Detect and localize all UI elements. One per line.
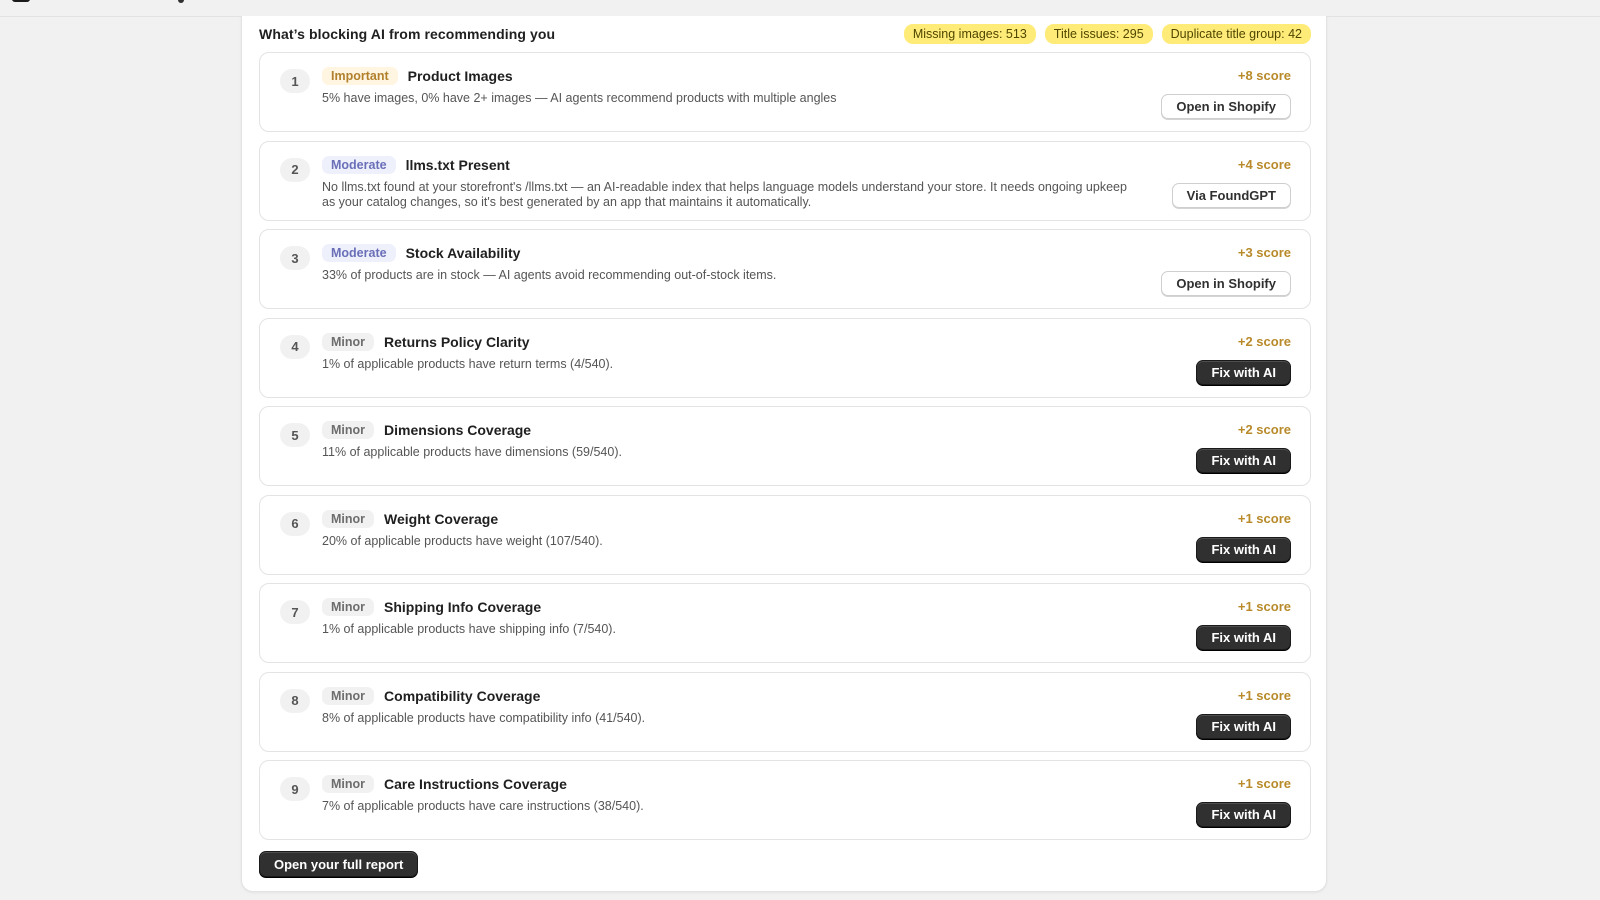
item-title-row: Minor Shipping Info Coverage bbox=[322, 598, 541, 616]
open-full-report-button[interactable]: Open your full report bbox=[259, 851, 419, 877]
duplicate-title-chip: Duplicate title group: 42 bbox=[1161, 24, 1311, 44]
blocker-item: 8 Minor Compatibility Coverage 8% of applic… bbox=[259, 671, 1311, 752]
item-description: 20% of applicable products have weight (… bbox=[322, 533, 603, 548]
severity-badge: Moderate bbox=[322, 155, 396, 174]
score-gain: +3 score bbox=[1237, 245, 1291, 260]
fix-with-ai-button[interactable]: Fix with AI bbox=[1196, 536, 1291, 562]
blocker-list: 1 Important Product Images 5% have images, … bbox=[259, 52, 1311, 849]
severity-badge: Minor bbox=[322, 332, 375, 351]
item-title-row: Important Product Images bbox=[322, 67, 513, 85]
item-number: 6 bbox=[280, 511, 310, 536]
item-title: Care Instructions Coverage bbox=[384, 776, 567, 792]
item-title-row: Moderate llms.txt Present bbox=[322, 155, 510, 174]
app-logo-icon bbox=[12, 0, 30, 2]
item-number: 2 bbox=[280, 157, 310, 182]
item-title-row: Moderate Stock Availability bbox=[322, 244, 520, 262]
item-title: Compatibility Coverage bbox=[384, 687, 541, 704]
fix-with-ai-button[interactable]: Fix with AI bbox=[1196, 359, 1291, 385]
item-title-row: Minor Care Instructions Coverage bbox=[322, 775, 567, 793]
title-issues-chip: Title issues: 295 bbox=[1044, 24, 1153, 44]
item-description: 1% of applicable products have return te… bbox=[322, 356, 614, 371]
item-number: 7 bbox=[280, 600, 310, 624]
fix-with-ai-button[interactable]: Fix with AI bbox=[1196, 448, 1291, 473]
item-title: Returns Policy Clarity bbox=[384, 333, 530, 350]
severity-badge: Minor bbox=[322, 509, 375, 528]
severity-badge: Minor bbox=[322, 775, 375, 793]
item-title-row: Minor Weight Coverage bbox=[322, 509, 499, 528]
severity-badge: Minor bbox=[322, 598, 375, 616]
issue-chips: Missing images: 513 Title issues: 295 Du… bbox=[903, 24, 1311, 44]
severity-badge: Important bbox=[322, 67, 398, 85]
score-gain: +8 score bbox=[1237, 68, 1291, 83]
blocker-item: 1 Important Product Images 5% have images, … bbox=[259, 52, 1311, 132]
item-description: 5% have images, 0% have 2+ images — AI a… bbox=[322, 91, 837, 105]
item-title: llms.txt Present bbox=[405, 156, 510, 173]
score-gain: +1 score bbox=[1237, 510, 1291, 526]
blocker-item: 6 Minor Weight Coverage 20% of applicable p… bbox=[259, 494, 1311, 575]
item-title: Stock Availability bbox=[405, 245, 521, 261]
item-number: 3 bbox=[280, 246, 310, 270]
score-gain: +1 score bbox=[1237, 776, 1291, 791]
score-gain: +2 score bbox=[1237, 333, 1291, 349]
item-number: 4 bbox=[280, 334, 310, 359]
item-description: 11% of applicable products have dimensio… bbox=[322, 445, 622, 459]
item-number: 1 bbox=[280, 69, 310, 93]
item-description: No llms.txt found at your storefront's /… bbox=[322, 179, 1127, 209]
recommendation-blockers-card: What’s blocking AI from recommending you… bbox=[241, 16, 1327, 892]
score-gain: +1 score bbox=[1237, 687, 1291, 703]
item-title: Shipping Info Coverage bbox=[384, 599, 542, 615]
blocker-item: 3 Moderate Stock Availability 33% of produc… bbox=[259, 229, 1311, 309]
blocker-item: 7 Minor Shipping Info Coverage 1% of applic… bbox=[259, 583, 1311, 663]
item-description: 1% of applicable products have shipping … bbox=[322, 622, 616, 636]
item-description: 8% of applicable products have compatibi… bbox=[322, 710, 646, 725]
item-title: Weight Coverage bbox=[384, 510, 499, 527]
fix-with-ai-button[interactable]: Fix with AI bbox=[1196, 713, 1291, 739]
severity-badge: Minor bbox=[322, 421, 375, 439]
score-gain: +2 score bbox=[1237, 422, 1291, 437]
top-bar-glyph bbox=[178, 0, 184, 3]
severity-badge: Minor bbox=[322, 686, 375, 705]
missing-images-chip: Missing images: 513 bbox=[903, 24, 1036, 44]
item-title-row: Minor Returns Policy Clarity bbox=[322, 332, 530, 351]
via-foundgpt-button[interactable]: Via FoundGPT bbox=[1171, 182, 1291, 208]
item-number: 8 bbox=[280, 688, 310, 713]
blocker-item: 4 Minor Returns Policy Clarity 1% of applic… bbox=[259, 317, 1311, 398]
item-number: 9 bbox=[280, 777, 310, 801]
score-gain: +1 score bbox=[1237, 599, 1291, 614]
item-description: 33% of products are in stock — AI agents… bbox=[322, 268, 777, 282]
item-title: Dimensions Coverage bbox=[384, 422, 532, 438]
item-number: 5 bbox=[280, 423, 310, 447]
open-in-shopify-button[interactable]: Open in Shopify bbox=[1161, 94, 1291, 119]
item-title-row: Minor Dimensions Coverage bbox=[322, 421, 531, 439]
card-header: What’s blocking AI from recommending you… bbox=[259, 22, 1311, 46]
item-title-row: Minor Compatibility Coverage bbox=[322, 686, 541, 705]
fix-with-ai-button[interactable]: Fix with AI bbox=[1196, 802, 1291, 827]
fix-with-ai-button[interactable]: Fix with AI bbox=[1196, 625, 1291, 650]
item-description: 7% of applicable products have care inst… bbox=[322, 799, 644, 813]
open-in-shopify-button[interactable]: Open in Shopify bbox=[1161, 271, 1291, 296]
card-title: What’s blocking AI from recommending you bbox=[259, 26, 556, 42]
top-bar bbox=[0, 0, 1600, 17]
blocker-item: 9 Minor Care Instructions Coverage 7% of ap… bbox=[259, 760, 1311, 840]
severity-badge: Moderate bbox=[322, 244, 396, 262]
blocker-item: 5 Minor Dimensions Coverage 11% of applicab… bbox=[259, 406, 1311, 486]
score-gain: +4 score bbox=[1237, 156, 1291, 172]
blocker-item: 2 Moderate llms.txt Present No llms.txt fou… bbox=[259, 140, 1311, 221]
item-title: Product Images bbox=[407, 68, 513, 84]
